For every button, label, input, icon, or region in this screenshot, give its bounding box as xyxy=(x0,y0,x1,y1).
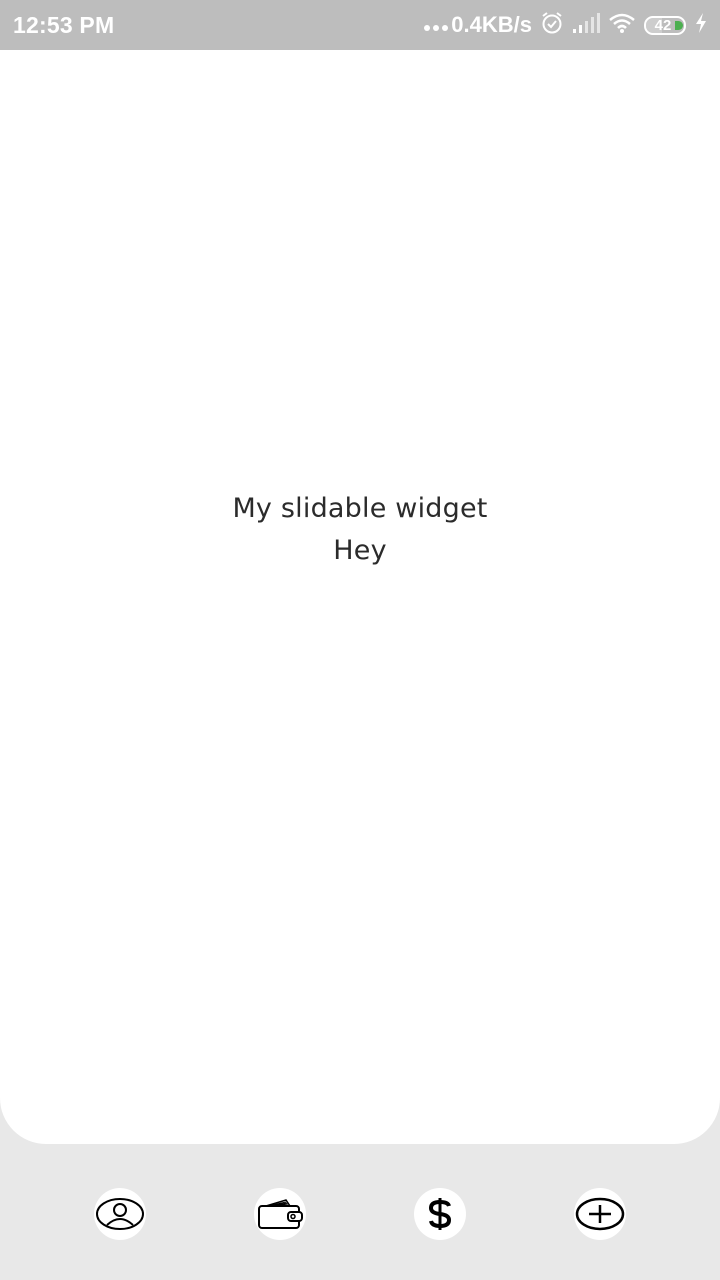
slidable-panel[interactable]: My slidable widget Hey xyxy=(0,50,720,1144)
wallet-icon xyxy=(256,1197,304,1231)
wallet-button[interactable] xyxy=(254,1188,306,1240)
charging-icon xyxy=(694,12,708,39)
network-speed-value: 0.4KB/s xyxy=(451,12,532,37)
status-icons: 0.4KB/s 42 xyxy=(424,0,708,50)
battery-level: 42 xyxy=(654,16,672,34)
profile-button[interactable] xyxy=(94,1188,146,1240)
dollar-button[interactable] xyxy=(414,1188,466,1240)
widget-title: My slidable widget xyxy=(232,493,488,524)
status-bar: 12:53 PM 0.4KB/s 42 xyxy=(0,0,720,50)
more-dots-icon xyxy=(424,19,449,31)
bottom-navigation xyxy=(0,1144,720,1280)
alarm-icon xyxy=(540,11,564,40)
widget-subtitle: Hey xyxy=(333,535,387,566)
status-time: 12:53 PM xyxy=(13,11,115,38)
signal-icon xyxy=(572,12,600,39)
add-circle-icon xyxy=(575,1197,625,1231)
widget-content: My slidable widget Hey xyxy=(0,488,720,572)
wifi-icon xyxy=(608,12,636,39)
network-speed: 0.4KB/s xyxy=(424,12,532,38)
add-button[interactable] xyxy=(574,1188,626,1240)
profile-icon xyxy=(95,1197,145,1231)
dollar-icon xyxy=(424,1196,456,1232)
battery-icon: 42 xyxy=(644,15,686,35)
